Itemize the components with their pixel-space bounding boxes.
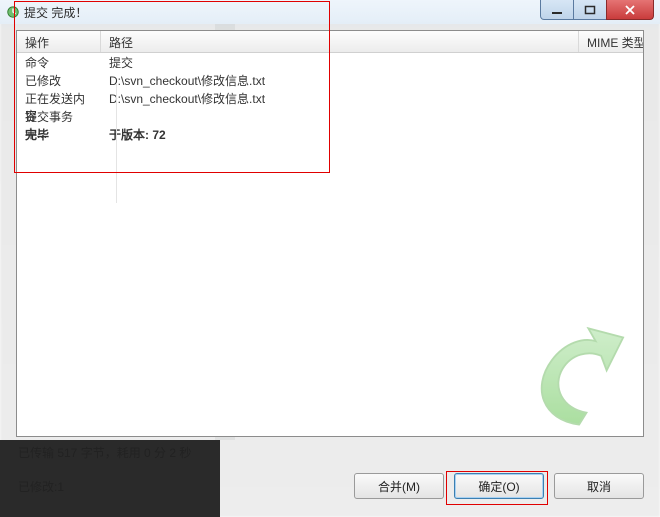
table-row[interactable]: 命令提交 — [17, 53, 643, 71]
log-rows: 命令提交已修改D:\svn_checkout\修改信息.txt正在发送内容D:\… — [17, 53, 643, 143]
maximize-button[interactable] — [573, 0, 607, 20]
column-header-mime[interactable]: MIME 类型 — [579, 31, 643, 52]
button-bar: 合并(M) 确定(O) 取消 — [354, 473, 644, 499]
cell-path: D:\svn_checkout\修改信息.txt — [101, 71, 579, 89]
status-transfer: 已传输 517 字节，耗用 0 分 2 秒 — [18, 444, 191, 461]
column-divider — [116, 83, 117, 203]
cell-operation: 完毕 — [17, 125, 101, 143]
cell-mime — [579, 89, 643, 107]
close-button[interactable] — [606, 0, 654, 20]
cell-mime — [579, 53, 643, 71]
table-row[interactable]: 正在发送内容D:\svn_checkout\修改信息.txt — [17, 89, 643, 107]
cell-mime — [579, 125, 643, 143]
ok-button[interactable]: 确定(O) — [454, 473, 544, 499]
cancel-button[interactable]: 取消 — [554, 473, 644, 499]
cell-mime — [579, 71, 643, 89]
cell-operation: 提交事务中... — [17, 107, 101, 125]
cell-mime — [579, 107, 643, 125]
merge-button[interactable]: 合并(M) — [354, 473, 444, 499]
column-header-row: 操作 路径 MIME 类型 — [17, 31, 643, 53]
status-modified: 已修改:1 — [18, 478, 64, 495]
column-header-path[interactable]: 路径 — [101, 31, 579, 52]
cell-operation: 命令 — [17, 53, 101, 71]
window-title: 提交 完成！ — [24, 4, 87, 21]
table-row[interactable]: 完毕于版本: 72 — [17, 125, 643, 143]
log-panel: 操作 路径 MIME 类型 命令提交已修改D:\svn_checkout\修改信… — [16, 30, 644, 437]
app-icon — [6, 5, 20, 19]
table-row[interactable]: 提交事务中... — [17, 107, 643, 125]
cell-path — [101, 107, 579, 125]
cell-operation: 正在发送内容 — [17, 89, 101, 107]
cell-path: 提交 — [101, 53, 579, 71]
table-row[interactable]: 已修改D:\svn_checkout\修改信息.txt — [17, 71, 643, 89]
arrow-watermark-icon — [515, 310, 625, 430]
cell-path: D:\svn_checkout\修改信息.txt — [101, 89, 579, 107]
cell-operation: 已修改 — [17, 71, 101, 89]
column-header-operation[interactable]: 操作 — [17, 31, 101, 52]
window-buttons — [541, 0, 654, 20]
minimize-button[interactable] — [540, 0, 574, 20]
cell-path: 于版本: 72 — [101, 125, 579, 143]
